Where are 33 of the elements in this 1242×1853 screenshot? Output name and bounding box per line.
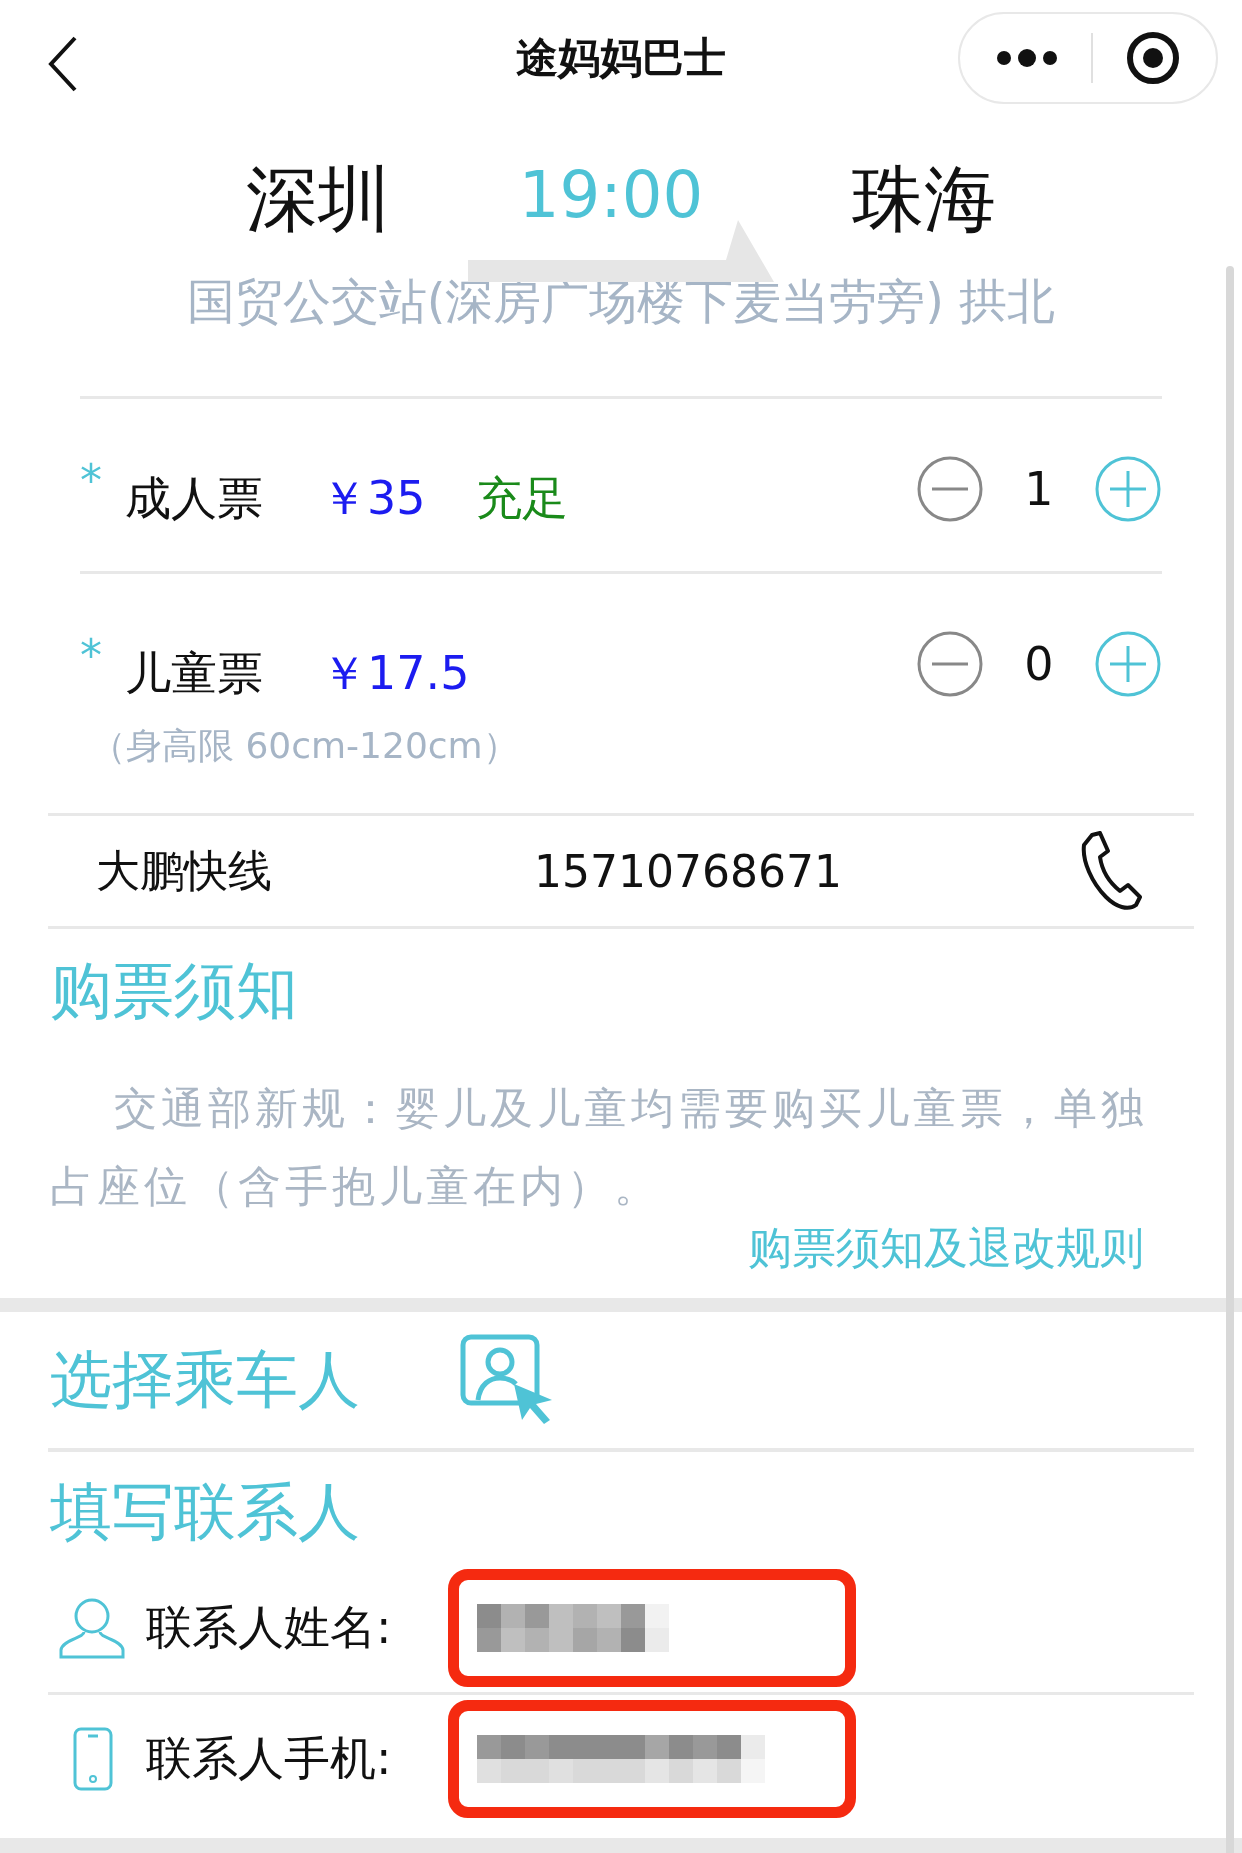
ticket-price: ￥35 bbox=[321, 470, 426, 527]
input-field[interactable] bbox=[448, 1569, 856, 1687]
back-icon[interactable] bbox=[48, 36, 78, 92]
plus-icon[interactable] bbox=[1094, 630, 1162, 698]
ticket-type: 成人票 bbox=[125, 470, 263, 527]
section-heading: 选择乘车人 bbox=[50, 1342, 360, 1418]
arrival-city: 珠海 bbox=[851, 156, 997, 243]
required-mark: * bbox=[80, 455, 103, 506]
operator-phone: 15710768671 bbox=[534, 845, 843, 897]
field-label: 联系人姓名: bbox=[146, 1599, 393, 1656]
page-title: 途妈妈巴士 bbox=[515, 32, 727, 84]
rules-link[interactable]: 购票须知及退改规则 bbox=[748, 1219, 1144, 1278]
minus-icon[interactable] bbox=[916, 630, 984, 698]
required-mark: * bbox=[80, 630, 103, 681]
close-icon[interactable] bbox=[1125, 31, 1180, 85]
plus-icon[interactable] bbox=[1094, 455, 1162, 523]
ticket-type: 儿童票 bbox=[125, 645, 263, 702]
seat-availability: 充足 bbox=[475, 470, 568, 527]
operator-name: 大鹏快线 bbox=[96, 843, 273, 898]
ticket-count: 0 bbox=[1023, 637, 1055, 691]
person-icon bbox=[58, 1596, 126, 1660]
minus-icon[interactable] bbox=[916, 455, 984, 523]
section-heading: 购票须知 bbox=[50, 953, 299, 1029]
field-label: 联系人手机: bbox=[146, 1730, 393, 1787]
departure-city: 深圳 bbox=[245, 156, 391, 243]
ticket-price: ￥17.5 bbox=[321, 645, 470, 702]
section-heading: 填写联系人 bbox=[50, 1474, 361, 1550]
height-limit-note: （身高限 60cm-120cm） bbox=[90, 724, 520, 768]
ticket-count: 1 bbox=[1023, 462, 1055, 516]
input-field[interactable] bbox=[448, 1700, 856, 1818]
more-icon[interactable] bbox=[996, 49, 1059, 67]
notice-text: 交通部新规：婴儿及儿童均需要购买儿童票，单独占座位（含手抱儿童在内）。 bbox=[50, 1082, 1149, 1213]
departure-time: 19:00 bbox=[518, 158, 704, 232]
